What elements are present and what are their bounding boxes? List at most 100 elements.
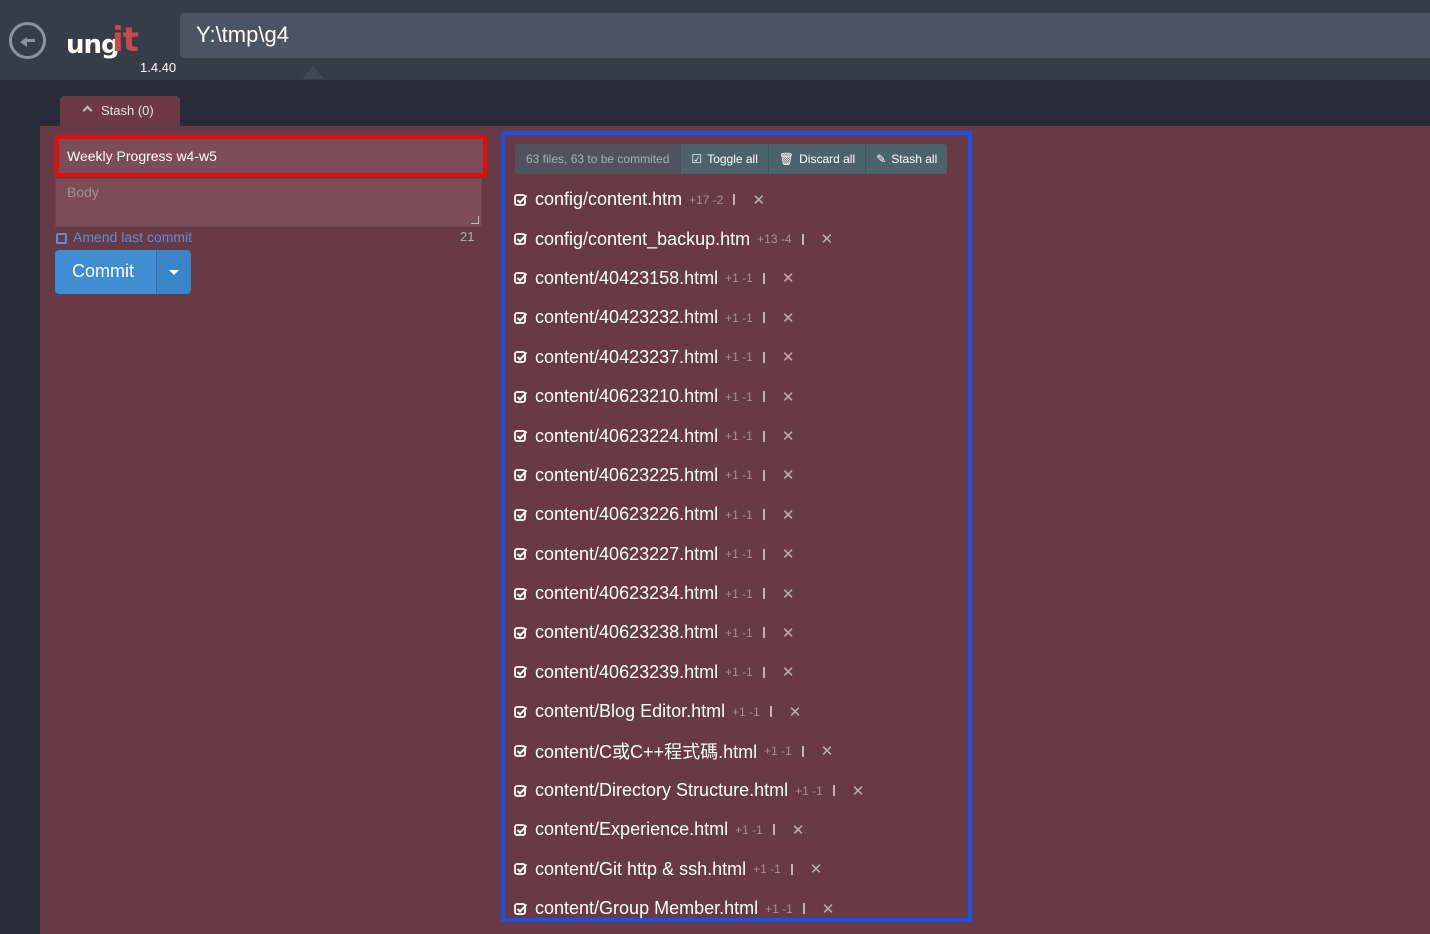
check-icon[interactable] — [514, 271, 528, 285]
file-row[interactable]: content/40623210.html +1 -1 ✕ — [514, 377, 968, 416]
file-name[interactable]: content/Git http & ssh.html — [535, 859, 746, 880]
discard-x-icon[interactable]: ✕ — [752, 191, 765, 209]
discard-x-icon[interactable]: ✕ — [782, 269, 795, 287]
check-icon[interactable] — [514, 626, 528, 640]
amend-checkbox[interactable] — [56, 233, 67, 244]
discard-x-icon[interactable]: ✕ — [792, 821, 805, 839]
path-input[interactable]: Y:\tmp\g4 — [180, 13, 1430, 58]
stash-toggle-button[interactable]: Stash (0) — [60, 96, 180, 126]
discard-x-icon[interactable]: ✕ — [782, 427, 795, 445]
commit-title-input[interactable]: Weekly Progress w4-w5 — [59, 139, 483, 173]
discard-x-icon[interactable]: ✕ — [782, 309, 795, 327]
file-name[interactable]: content/Directory Structure.html — [535, 780, 788, 801]
check-icon[interactable] — [514, 902, 528, 916]
resize-grip-icon[interactable] — [471, 216, 479, 224]
file-row[interactable]: content/40423232.html +1 -1 ✕ — [514, 298, 968, 337]
discard-x-icon[interactable]: ✕ — [821, 230, 834, 248]
check-icon[interactable] — [514, 193, 528, 207]
file-name[interactable]: content/40623239.html — [535, 662, 718, 683]
file-diff-stats: +1 -1 — [725, 665, 753, 680]
file-name[interactable]: content/40623225.html — [535, 465, 718, 486]
file-row[interactable]: content/Group Member.html +1 -1 ✕ — [514, 889, 968, 918]
check-icon[interactable] — [514, 547, 528, 561]
file-row[interactable]: content/40623238.html +1 -1 ✕ — [514, 613, 968, 652]
commit-dropdown-button[interactable] — [156, 250, 191, 294]
file-name[interactable]: content/40623224.html — [535, 426, 718, 447]
discard-x-icon[interactable]: ✕ — [782, 545, 795, 563]
file-name[interactable]: content/40423237.html — [535, 347, 718, 368]
file-row[interactable]: config/content_backup.htm +13 -4 ✕ — [514, 219, 968, 258]
check-icon[interactable] — [514, 744, 528, 758]
file-row[interactable]: content/40623224.html +1 -1 ✕ — [514, 416, 968, 455]
check-icon[interactable] — [514, 508, 528, 522]
file-row[interactable]: content/40423237.html +1 -1 ✕ — [514, 338, 968, 377]
diff-bar-icon — [832, 785, 835, 797]
check-icon[interactable] — [514, 823, 528, 837]
file-row[interactable]: content/40623226.html +1 -1 ✕ — [514, 495, 968, 534]
check-icon[interactable] — [514, 705, 528, 719]
back-arrow-icon[interactable] — [9, 22, 46, 59]
file-row[interactable]: content/Blog Editor.html +1 -1 ✕ — [514, 692, 968, 731]
check-icon[interactable] — [514, 665, 528, 679]
file-name[interactable]: content/40623238.html — [535, 622, 718, 643]
file-name[interactable]: content/40623226.html — [535, 504, 718, 525]
file-name[interactable]: config/content_backup.htm — [535, 229, 750, 250]
check-icon[interactable] — [514, 429, 528, 443]
diff-bar-icon — [801, 233, 804, 245]
discard-x-icon[interactable]: ✕ — [822, 900, 835, 918]
file-name[interactable]: content/40423232.html — [535, 307, 718, 328]
diff-bar-icon — [762, 666, 765, 678]
check-icon[interactable] — [514, 587, 528, 601]
discard-x-icon[interactable]: ✕ — [852, 782, 865, 800]
discard-all-button[interactable]: 🗑 Discard all — [767, 144, 866, 174]
file-diff-stats: +1 -1 — [764, 744, 792, 759]
file-name[interactable]: content/40423158.html — [535, 268, 718, 289]
file-row[interactable]: content/Experience.html +1 -1 ✕ — [514, 810, 968, 849]
check-icon[interactable] — [514, 232, 528, 246]
check-icon[interactable] — [514, 350, 528, 364]
file-name[interactable]: content/Experience.html — [535, 819, 728, 840]
file-row[interactable]: content/C或C++程式碼.html +1 -1 ✕ — [514, 731, 968, 770]
file-diff-stats: +1 -1 — [725, 389, 753, 404]
file-row[interactable]: content/40623239.html +1 -1 ✕ — [514, 653, 968, 692]
discard-x-icon[interactable]: ✕ — [810, 860, 823, 878]
file-row[interactable]: config/content.htm +17 -2 ✕ — [514, 180, 968, 219]
file-name[interactable]: content/C或C++程式碼.html — [535, 738, 757, 764]
file-name[interactable]: content/Blog Editor.html — [535, 701, 725, 722]
file-row[interactable]: content/40623225.html +1 -1 ✕ — [514, 456, 968, 495]
check-icon[interactable] — [514, 390, 528, 404]
diff-bar-icon — [762, 469, 765, 481]
discard-x-icon[interactable]: ✕ — [782, 388, 795, 406]
discard-x-icon[interactable]: ✕ — [821, 742, 834, 760]
diff-bar-icon — [762, 272, 765, 284]
discard-x-icon[interactable]: ✕ — [782, 624, 795, 642]
discard-x-icon[interactable]: ✕ — [782, 466, 795, 484]
check-icon[interactable] — [514, 862, 528, 876]
amend-label[interactable]: Amend last commit — [73, 229, 192, 245]
file-row[interactable]: content/40623234.html +1 -1 ✕ — [514, 574, 968, 613]
file-name[interactable]: content/Group Member.html — [535, 898, 758, 918]
discard-x-icon[interactable]: ✕ — [782, 585, 795, 603]
file-row[interactable]: content/Directory Structure.html +1 -1 ✕ — [514, 771, 968, 810]
toggle-all-button[interactable]: ☑ Toggle all — [680, 144, 768, 174]
file-row[interactable]: content/40623227.html +1 -1 ✕ — [514, 535, 968, 574]
commit-button[interactable]: Commit — [55, 250, 156, 294]
file-diff-stats: +1 -1 — [725, 429, 753, 444]
file-row[interactable]: content/Git http & ssh.html +1 -1 ✕ — [514, 850, 968, 889]
discard-x-icon[interactable]: ✕ — [782, 663, 795, 681]
files-highlight: 63 files, 63 to be commited ☑ Toggle all… — [501, 131, 972, 922]
file-diff-stats: +1 -1 — [725, 507, 753, 522]
file-name[interactable]: content/40623227.html — [535, 544, 718, 565]
stash-all-button[interactable]: ✎ Stash all — [865, 144, 948, 174]
check-icon[interactable] — [514, 468, 528, 482]
discard-x-icon[interactable]: ✕ — [789, 703, 802, 721]
file-name[interactable]: content/40623210.html — [535, 386, 718, 407]
file-name[interactable]: content/40623234.html — [535, 583, 718, 604]
file-row[interactable]: content/40423158.html +1 -1 ✕ — [514, 259, 968, 298]
discard-x-icon[interactable]: ✕ — [782, 506, 795, 524]
file-name[interactable]: config/content.htm — [535, 189, 682, 210]
check-icon[interactable] — [514, 311, 528, 325]
commit-body-textarea[interactable]: Body — [55, 178, 482, 227]
check-icon[interactable] — [514, 784, 528, 798]
discard-x-icon[interactable]: ✕ — [782, 348, 795, 366]
